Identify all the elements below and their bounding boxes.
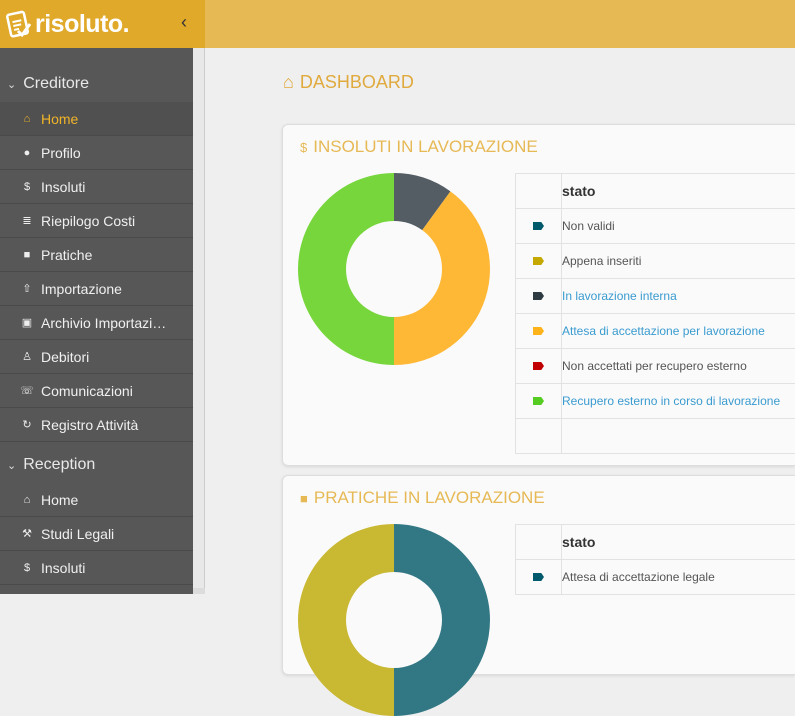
chevron-down-icon: ⌄ [7,459,16,472]
table-row: In lavorazione interna [516,279,795,314]
status-link[interactable]: Recupero esterno in corso di lavorazione [562,394,780,408]
table-row: Non accettati per recupero esterno [516,349,795,384]
folder-icon: ■ [20,249,34,261]
chevron-down-icon: ⌄ [7,78,16,91]
table-header-empty [516,174,562,209]
no-dollar-icon: $ [20,181,34,193]
status-table: stato Non validi Appena inseriti In lavoraz… [515,173,795,454]
card-title: ■ PRATICHE IN LAVORAZIONE [300,488,545,508]
sidebar-item-importazione[interactable]: ⇧ Importazione [0,272,193,306]
donut-chart [298,524,490,716]
table-header-stato: stato [562,174,795,209]
phone-icon: ☏ [20,384,34,397]
folder-icon: ■ [300,491,308,506]
no-dollar-icon: $ [300,140,307,155]
top-bar [205,0,795,48]
home-icon: ⌂ [20,113,34,125]
sidebar-item-registro-attivit-[interactable]: ↻ Registro Attività [0,408,193,442]
history-icon: ↻ [20,418,34,431]
tag-icon [533,257,544,265]
no-dollar-icon: $ [20,562,34,574]
sidebar: ⌄ Creditore ⌂ Home ● Profilo $ Insoluti ≣ Riepilo… [0,48,193,594]
sidebar-section-creditore[interactable]: ⌄ Creditore [0,66,193,102]
donut-slice-1[interactable] [298,524,394,716]
tag-icon [533,292,544,300]
donut-chart [298,173,490,365]
upload-icon: ⇧ [20,282,34,295]
card-title-text: INSOLUTI IN LAVORAZIONE [313,137,538,157]
tag-icon [533,327,544,335]
sidebar-item-label: Comunicazioni [41,383,133,399]
sidebar-item-label: Pratiche [41,247,92,263]
scrollbar-thumb[interactable] [193,48,205,588]
card-title-text: PRATICHE IN LAVORAZIONE [314,488,545,508]
tag-icon [533,362,544,370]
table-header-empty [516,525,562,560]
table-header-stato: stato [562,525,795,560]
section-label: Reception [23,456,95,474]
main-content: ⌂ DASHBOARD $ INSOLUTI IN LAVORAZIONE stato… [205,48,795,594]
tag-icon [533,397,544,405]
insoluti-card: $ INSOLUTI IN LAVORAZIONE stato Non validi A… [282,124,795,466]
status-label: Attesa di accettazione legale [562,570,715,584]
sidebar-item-label: Importazione [41,281,122,297]
table-row: Non validi [516,209,795,244]
sidebar-item-label: Debitori [41,349,89,365]
status-link[interactable]: Attesa di accettazione per lavorazione [562,324,765,338]
clipboard-icon [6,9,32,39]
table-row: Recupero esterno in corso di lavorazione [516,384,795,419]
home-icon: ⌂ [283,72,294,93]
tag-icon [533,222,544,230]
home-icon: ⌂ [20,494,34,506]
sidebar-item-label: Archivio Importazi… [41,315,166,331]
logo[interactable]: risoluto. ‹ [0,0,205,48]
sidebar-item-archivio-importazi-[interactable]: ▣ Archivio Importazi… [0,306,193,340]
sidebar-item-insoluti[interactable]: $ Insoluti [0,551,193,585]
status-label: Non accettati per recupero esterno [562,359,747,373]
sidebar-item-riepilogo-costi[interactable]: ≣ Riepilogo Costi [0,204,193,238]
archive-icon: ▣ [20,316,34,329]
tag-icon [533,573,544,581]
table-row-empty [516,419,795,454]
sidebar-item-label: Profilo [41,145,81,161]
sidebar-item-label: Riepilogo Costi [41,213,135,229]
donut-slice-0[interactable] [394,524,490,716]
user-icon: ● [20,147,34,159]
chevron-left-icon[interactable]: ‹ [181,12,187,33]
sidebar-item-label: Studi Legali [41,526,114,542]
sidebar-item-label: Insoluti [41,179,85,195]
table-row: Appena inseriti [516,244,795,279]
sidebar-item-debitori[interactable]: ♙ Debitori [0,340,193,374]
sidebar-section-reception[interactable]: ⌄ Reception [0,447,193,483]
status-table: stato Attesa di accettazione legale [515,524,795,595]
donut-slice-2[interactable] [298,173,394,365]
person-icon: ♙ [20,350,34,363]
logo-text: risoluto. [35,10,129,39]
sidebar-item-home[interactable]: ⌂ Home [0,102,193,136]
section-label: Creditore [23,75,89,93]
sidebar-item-profilo[interactable]: ● Profilo [0,136,193,170]
status-label: Non validi [562,219,615,233]
sidebar-item-label: Insoluti [41,560,85,576]
sidebar-item-studi-legali[interactable]: ⚒ Studi Legali [0,517,193,551]
page-title-text: DASHBOARD [300,72,414,93]
pratiche-card: ■ PRATICHE IN LAVORAZIONE stato Attesa di a… [282,475,795,675]
sidebar-item-home[interactable]: ⌂ Home [0,483,193,517]
status-link[interactable]: In lavorazione interna [562,289,677,303]
gavel-icon: ⚒ [20,527,34,540]
sidebar-item-label: Home [41,111,78,127]
sidebar-scrollbar[interactable] [193,48,205,594]
card-title: $ INSOLUTI IN LAVORAZIONE [300,137,538,157]
table-row: Attesa di accettazione legale [516,560,795,595]
sidebar-item-label: Registro Attività [41,417,138,433]
table-row: Attesa di accettazione per lavorazione [516,314,795,349]
page-title: ⌂ DASHBOARD [283,72,414,93]
sidebar-item-comunicazioni[interactable]: ☏ Comunicazioni [0,374,193,408]
sidebar-item-insoluti[interactable]: $ Insoluti [0,170,193,204]
sidebar-item-label: Home [41,492,78,508]
list-icon: ≣ [20,214,34,227]
sidebar-item-pratiche[interactable]: ■ Pratiche [0,238,193,272]
status-label: Appena inseriti [562,254,641,268]
